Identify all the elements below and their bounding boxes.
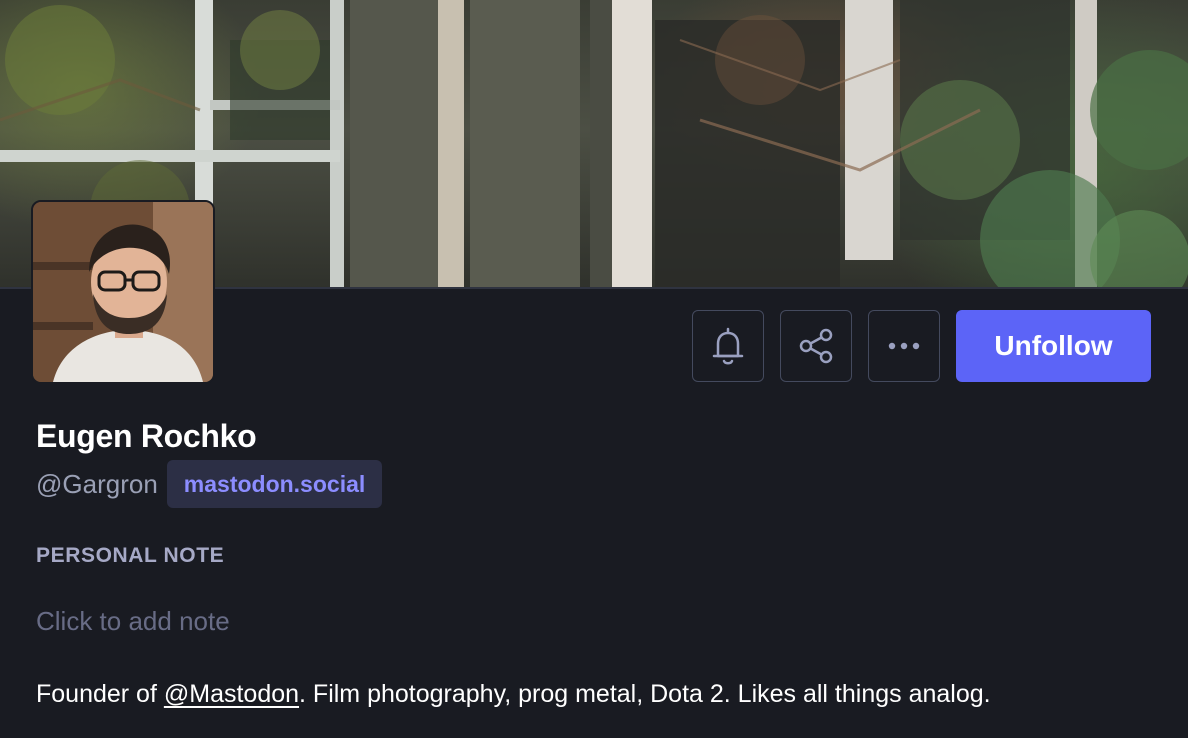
display-name: Eugen Rochko bbox=[36, 418, 257, 454]
username: @Gargron bbox=[36, 468, 158, 499]
profile-page: Unfollow Eugen Rochko @Gargron mastodon.… bbox=[0, 0, 1188, 738]
personal-note-input[interactable]: Click to add note bbox=[36, 606, 736, 642]
notify-button[interactable] bbox=[692, 310, 764, 382]
avatar-photo bbox=[33, 202, 213, 382]
share-icon bbox=[799, 328, 833, 364]
avatar[interactable] bbox=[31, 200, 215, 384]
personal-note-label: PERSONAL NOTE bbox=[36, 544, 225, 567]
account-handle-row: @Gargron mastodon.social bbox=[36, 460, 383, 508]
ellipsis-icon bbox=[888, 342, 920, 350]
share-button[interactable] bbox=[780, 310, 852, 382]
account-bio: Founder of @Mastodon. Film photography, … bbox=[36, 680, 991, 709]
mention-link[interactable]: @Mastodon bbox=[164, 680, 299, 708]
bio-text-suffix: . Film photography, prog metal, Dota 2. … bbox=[299, 680, 991, 708]
bell-icon bbox=[712, 327, 744, 365]
bio-text-prefix: Founder of bbox=[36, 680, 164, 708]
domain-badge[interactable]: mastodon.social bbox=[166, 460, 383, 508]
more-options-button[interactable] bbox=[868, 310, 940, 382]
unfollow-button[interactable]: Unfollow bbox=[956, 310, 1151, 382]
